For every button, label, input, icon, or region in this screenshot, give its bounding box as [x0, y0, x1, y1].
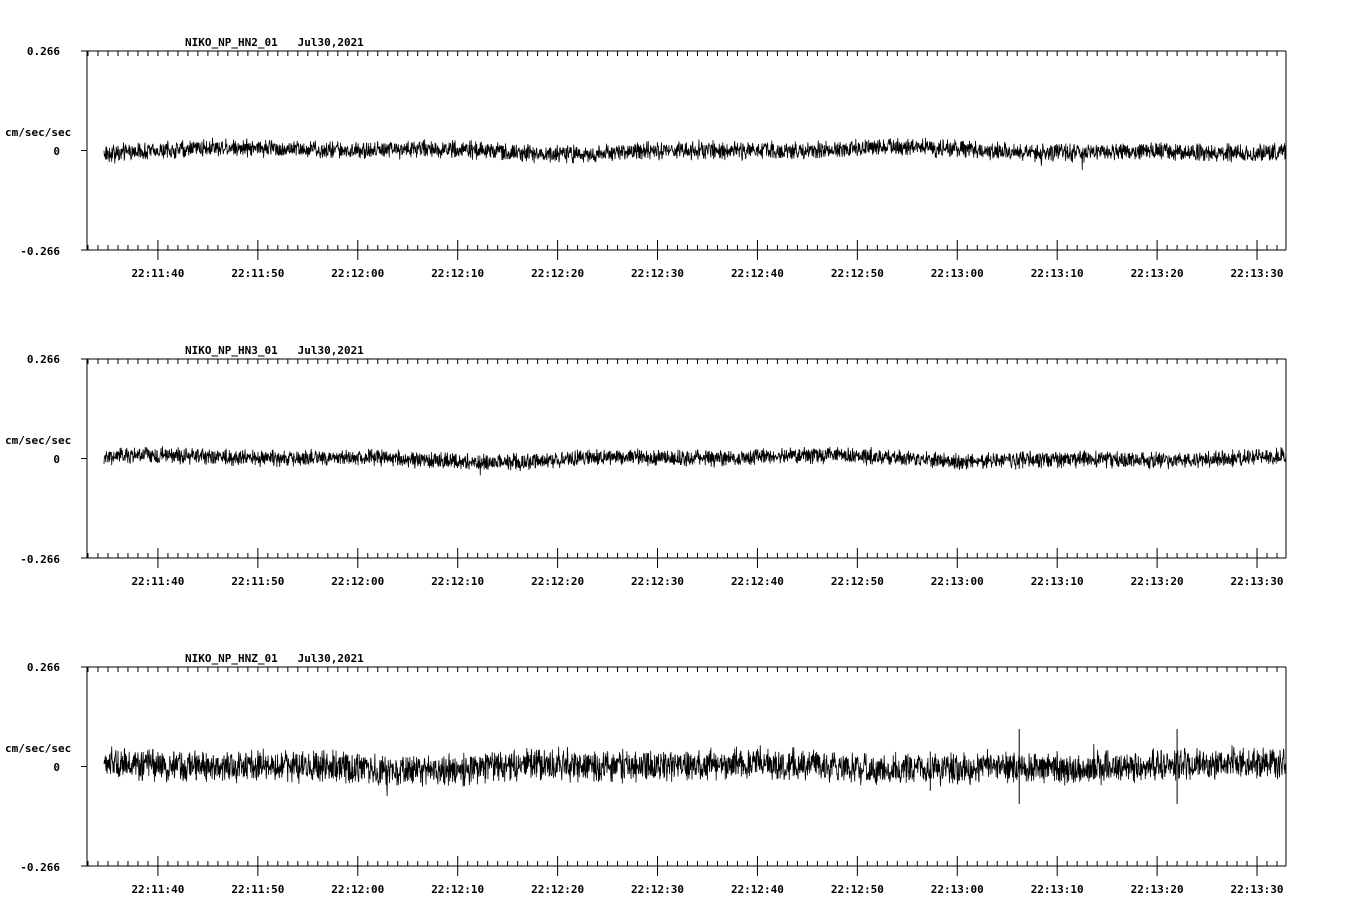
y-axis-label: cm/sec/sec	[5, 126, 71, 139]
panel-title: NIKO_NP_HN3_01 Jul30,2021	[185, 344, 364, 357]
x-tick-label: 22:13:10	[1031, 575, 1084, 588]
y-axis-label: cm/sec/sec	[5, 742, 71, 755]
x-tick-label: 22:12:20	[531, 575, 584, 588]
x-tick-label: 22:13:30	[1231, 883, 1284, 896]
x-tick-label: 22:12:00	[331, 575, 384, 588]
x-tick-label: 22:13:20	[1131, 267, 1184, 280]
y-tick-label-max: 0.266	[27, 353, 60, 366]
x-tick-label: 22:13:20	[1131, 883, 1184, 896]
x-tick-label: 22:13:00	[931, 267, 984, 280]
x-tick-label: 22:12:10	[431, 575, 484, 588]
x-tick-label: 22:12:10	[431, 883, 484, 896]
x-tick-label: 22:12:30	[631, 267, 684, 280]
y-tick-label-zero: 0	[53, 453, 60, 466]
x-tick-label: 22:12:20	[531, 267, 584, 280]
y-tick-label-zero: 0	[53, 145, 60, 158]
y-tick-label-min: -0.266	[20, 861, 60, 874]
x-tick-label: 22:11:50	[231, 267, 284, 280]
x-tick-label: 22:12:40	[731, 883, 784, 896]
x-tick-label: 22:12:50	[831, 267, 884, 280]
x-tick-label: 22:13:00	[931, 883, 984, 896]
x-tick-label: 22:12:00	[331, 883, 384, 896]
x-tick-label: 22:12:40	[731, 575, 784, 588]
x-tick-label: 22:12:00	[331, 267, 384, 280]
x-tick-label: 22:13:20	[1131, 575, 1184, 588]
x-tick-label: 22:12:30	[631, 575, 684, 588]
x-tick-label: 22:11:40	[131, 575, 184, 588]
x-tick-label: 22:12:10	[431, 267, 484, 280]
x-tick-label: 22:11:40	[131, 267, 184, 280]
x-tick-label: 22:12:50	[831, 575, 884, 588]
x-tick-label: 22:11:40	[131, 883, 184, 896]
y-tick-label-max: 0.266	[27, 45, 60, 58]
y-tick-label-max: 0.266	[27, 661, 60, 674]
x-tick-label: 22:12:40	[731, 267, 784, 280]
y-tick-label-min: -0.266	[20, 553, 60, 566]
panel-title: NIKO_NP_HNZ_01 Jul30,2021	[185, 652, 364, 665]
y-tick-label-zero: 0	[53, 761, 60, 774]
x-tick-label: 22:11:50	[231, 883, 284, 896]
seismogram-figure: NIKO_NP_HN2_01 Jul30,2021 cm/sec/sec 0.2…	[0, 0, 1358, 924]
x-tick-label: 22:13:10	[1031, 267, 1084, 280]
y-axis-label: cm/sec/sec	[5, 434, 71, 447]
panel-title: NIKO_NP_HN2_01 Jul30,2021	[185, 36, 364, 49]
x-tick-label: 22:13:30	[1231, 267, 1284, 280]
x-tick-label: 22:13:00	[931, 575, 984, 588]
x-tick-label: 22:11:50	[231, 575, 284, 588]
x-tick-label: 22:13:30	[1231, 575, 1284, 588]
y-tick-label-min: -0.266	[20, 245, 60, 258]
x-tick-label: 22:12:50	[831, 883, 884, 896]
x-tick-label: 22:13:10	[1031, 883, 1084, 896]
x-tick-label: 22:12:20	[531, 883, 584, 896]
x-tick-label: 22:12:30	[631, 883, 684, 896]
